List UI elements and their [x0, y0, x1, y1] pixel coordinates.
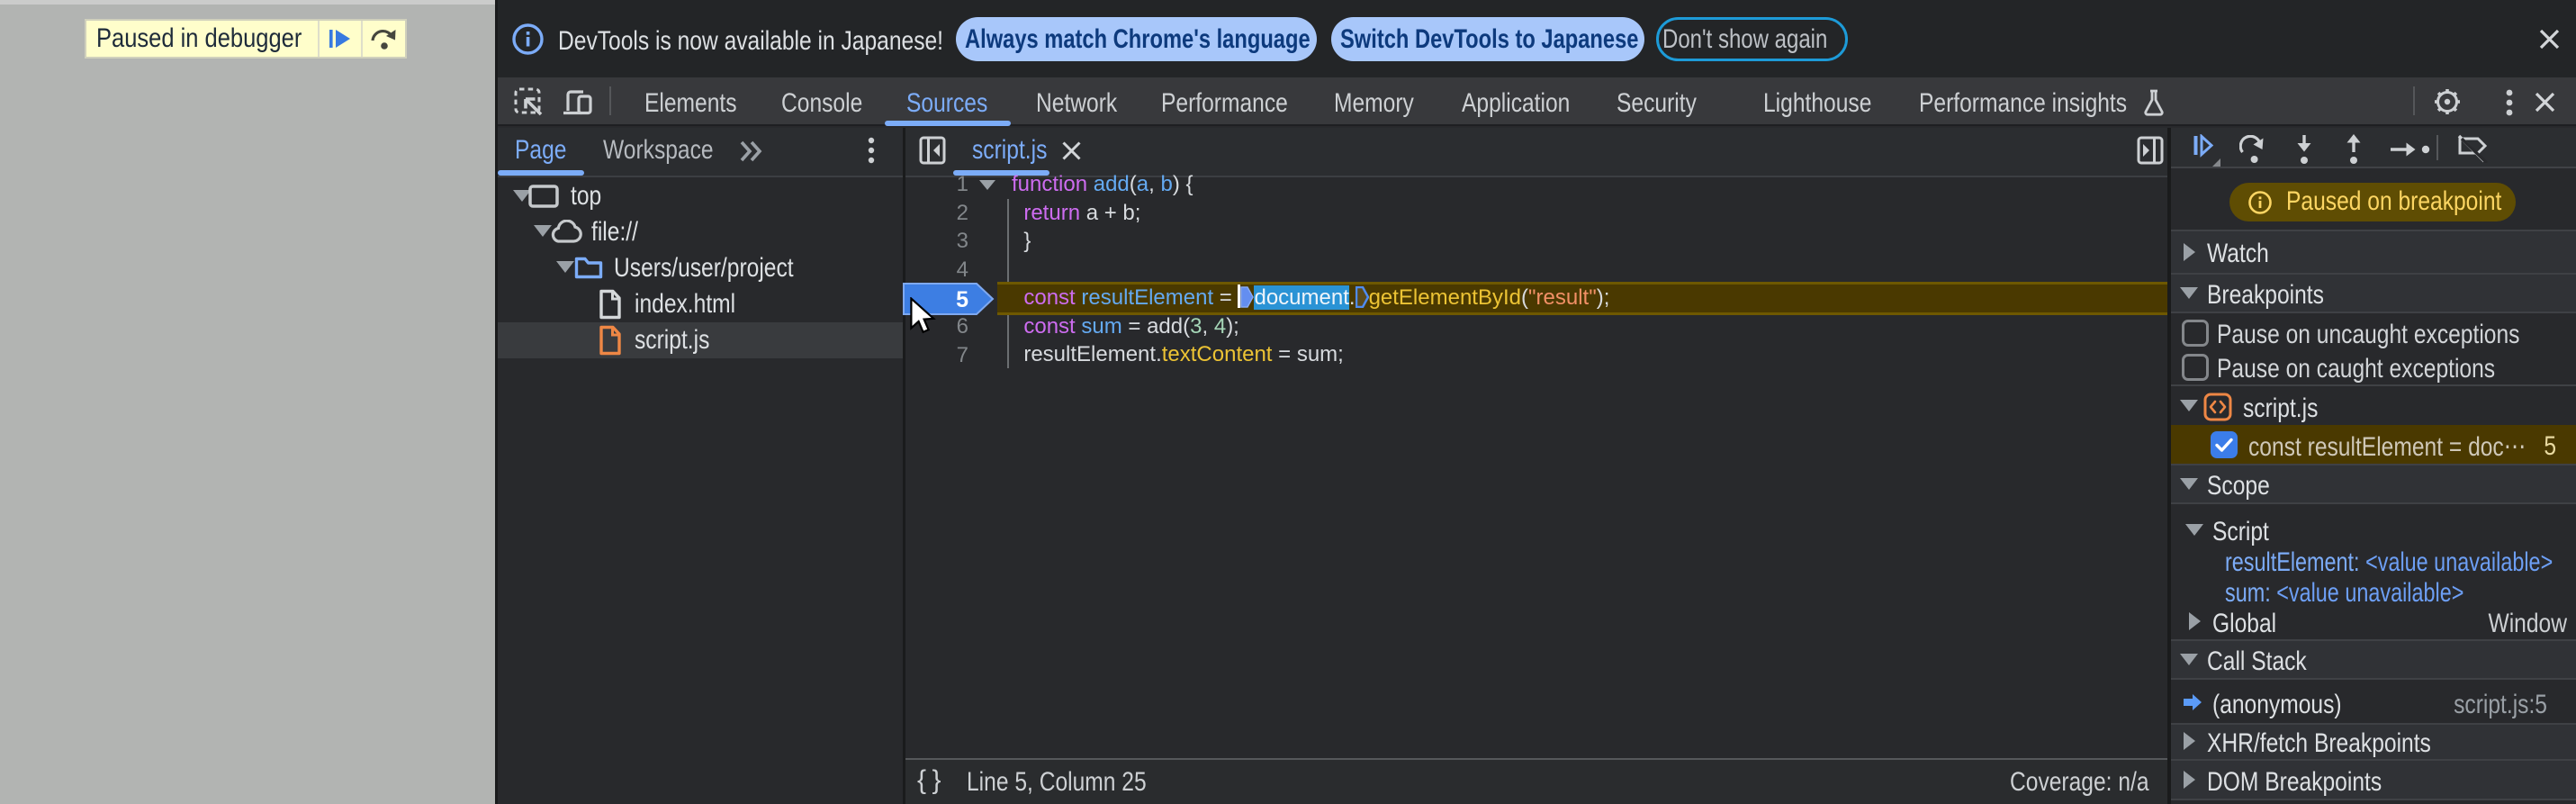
svg-text:5: 5: [956, 287, 968, 312]
